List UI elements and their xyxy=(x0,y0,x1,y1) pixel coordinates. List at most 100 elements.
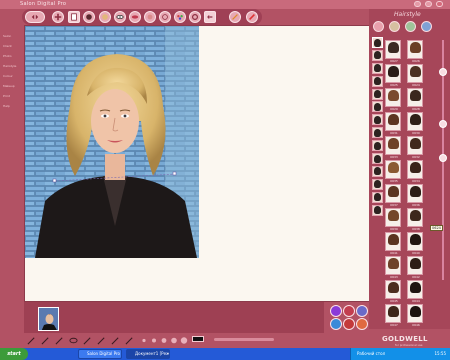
home-button[interactable] xyxy=(356,318,368,330)
hairstyle-card[interactable]: 0625 xyxy=(385,64,401,87)
tab-female[interactable] xyxy=(389,21,400,32)
client-thumbnail[interactable] xyxy=(38,307,59,331)
brush-size-2[interactable] xyxy=(150,335,158,346)
pencil-tool-button[interactable] xyxy=(246,11,258,23)
comb-tool[interactable] xyxy=(40,335,51,346)
contour-tool-button[interactable] xyxy=(159,11,171,23)
opacity-slider[interactable] xyxy=(214,338,274,341)
close-button[interactable] xyxy=(436,1,443,7)
lips-tool-button[interactable] xyxy=(129,11,141,23)
face-thumbnail[interactable] xyxy=(372,204,383,216)
color-tool-button[interactable] xyxy=(99,11,111,23)
new-page-button[interactable] xyxy=(68,11,80,23)
hairstyle-card[interactable]: 0633 xyxy=(385,136,401,159)
hairstyle-card[interactable]: 0642 xyxy=(407,256,423,279)
taskbar-document-button[interactable]: Документ1 [Режим... xyxy=(126,349,170,359)
left-menu-item[interactable]: Photo xyxy=(3,54,21,59)
pencil-tool[interactable] xyxy=(96,335,107,346)
face-thumbnail[interactable] xyxy=(372,101,383,113)
face-thumbnail[interactable] xyxy=(372,62,383,74)
start-button[interactable]: start xyxy=(0,348,28,360)
hairstyle-card[interactable]: 0637 xyxy=(385,184,401,207)
scroll-thumb-top[interactable] xyxy=(439,68,447,76)
left-menu-item[interactable]: Salon xyxy=(3,34,21,39)
compare-button[interactable] xyxy=(330,305,342,317)
face-thumbnail[interactable] xyxy=(372,88,383,100)
hairstyle-card[interactable]: 0632 xyxy=(407,136,423,159)
hairstyle-card[interactable]: 0646 xyxy=(407,304,423,327)
save-button[interactable] xyxy=(330,318,342,330)
hairstyle-card[interactable]: 0634 xyxy=(407,160,423,183)
hairstyle-card[interactable]: 0641 xyxy=(385,232,401,255)
hairstyle-thumbnail xyxy=(388,90,399,101)
hairstyle-card[interactable]: 0631 xyxy=(385,112,401,135)
face-thumbnail[interactable] xyxy=(372,191,383,203)
brush-size-3[interactable] xyxy=(160,335,168,346)
smudge-tool[interactable] xyxy=(110,335,121,346)
brush-size-5[interactable] xyxy=(180,335,188,346)
tab-color[interactable] xyxy=(421,21,432,32)
current-color-swatch[interactable] xyxy=(192,336,204,342)
face-thumbnail[interactable] xyxy=(372,37,383,48)
back-forward-button[interactable] xyxy=(25,11,45,23)
hairstyle-tool-button[interactable] xyxy=(83,11,95,23)
palette-tool-button[interactable] xyxy=(174,11,186,23)
brush-size-4[interactable] xyxy=(170,335,178,346)
wand-tool-button[interactable] xyxy=(229,11,241,23)
delete-button[interactable] xyxy=(343,305,355,317)
taskbar-app-button[interactable]: Salon Digital Pro xyxy=(78,349,122,359)
left-menu-item[interactable]: Colour xyxy=(3,74,21,79)
work-canvas[interactable] xyxy=(24,25,370,302)
cancel-button[interactable] xyxy=(343,318,355,330)
hairstyle-card[interactable]: 0644 xyxy=(407,280,423,303)
hairstyle-card[interactable]: 0629 xyxy=(385,88,401,111)
hairstyle-card[interactable]: 0627 xyxy=(385,40,401,63)
scissors-tool[interactable] xyxy=(54,335,65,346)
eye-tool-button[interactable] xyxy=(114,11,126,23)
face-thumbnail[interactable] xyxy=(372,49,383,61)
brush-size-1[interactable] xyxy=(140,335,148,346)
desktop-label[interactable]: Рабочий стол xyxy=(357,351,385,356)
left-menu-item[interactable]: Help xyxy=(3,104,21,109)
client-photo[interactable] xyxy=(25,26,199,258)
makeup-tool-button[interactable] xyxy=(144,11,156,23)
face-thumbnail[interactable] xyxy=(372,114,383,126)
scroll-thumb-middle[interactable] xyxy=(439,120,447,128)
left-menu-item[interactable]: Client xyxy=(3,44,21,49)
face-thumbnail[interactable] xyxy=(372,153,383,165)
minimize-button[interactable] xyxy=(414,1,421,7)
hairstyle-card[interactable]: 0645 xyxy=(385,280,401,303)
settings-tool-button[interactable] xyxy=(189,11,201,23)
hairstyle-card[interactable]: 0647 xyxy=(385,304,401,327)
hairstyle-card[interactable]: 0628 xyxy=(407,88,423,111)
face-thumbnail[interactable] xyxy=(372,127,383,139)
eraser-tool[interactable] xyxy=(124,335,135,346)
lasso-tool[interactable] xyxy=(68,335,79,346)
tab-previous[interactable] xyxy=(373,21,384,32)
catalogue-scrollbar[interactable] xyxy=(439,40,447,280)
hairstyle-card[interactable]: 0638 xyxy=(407,208,423,231)
left-menu-item[interactable]: Print xyxy=(3,94,21,99)
hairstyle-card[interactable]: 0643 xyxy=(385,256,401,279)
face-thumbnail[interactable] xyxy=(372,75,383,87)
face-thumbnail[interactable] xyxy=(372,140,383,152)
hairstyle-card[interactable]: 0624 xyxy=(407,64,423,87)
left-menu-item[interactable]: Hairstyle xyxy=(3,64,21,69)
hairstyle-card[interactable]: 0640 xyxy=(407,232,423,255)
hairstyle-card[interactable]: 0639 xyxy=(385,208,401,231)
add-button[interactable] xyxy=(52,11,64,23)
print-button[interactable] xyxy=(356,305,368,317)
undo-button[interactable] xyxy=(204,11,216,23)
hairstyle-card[interactable]: 0626 xyxy=(407,40,423,63)
left-menu-item[interactable]: Makeup xyxy=(3,84,21,89)
tab-male[interactable] xyxy=(405,21,416,32)
pen-tool[interactable] xyxy=(82,335,93,346)
brush-tool[interactable] xyxy=(26,335,37,346)
scroll-thumb-lower[interactable] xyxy=(439,154,447,162)
hairstyle-card[interactable]: 0635 xyxy=(385,160,401,183)
hairstyle-card[interactable]: 0630 xyxy=(407,112,423,135)
face-thumbnail[interactable] xyxy=(372,178,383,190)
maximize-button[interactable] xyxy=(425,1,432,7)
hairstyle-card[interactable]: 0636 xyxy=(407,184,423,207)
face-thumbnail[interactable] xyxy=(372,165,383,177)
